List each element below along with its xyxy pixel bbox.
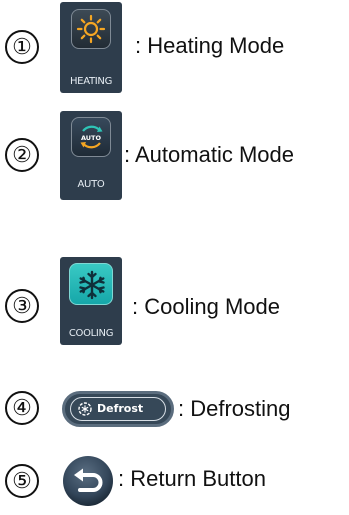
sun-icon <box>71 9 111 49</box>
item-number: ② <box>5 138 39 172</box>
cooling-mode-button[interactable]: COOLING <box>60 257 122 345</box>
auto-mode-button[interactable]: AUTO AUTO <box>60 111 122 200</box>
auto-mode-description: : Automatic Mode <box>124 142 294 167</box>
defrost-icon <box>78 402 92 416</box>
defrost-button[interactable]: Defrost <box>62 391 174 427</box>
return-arrow-icon <box>63 456 113 506</box>
cooling-mode-description: : Cooling Mode <box>132 294 280 319</box>
defrost-button-text: Defrost <box>97 402 144 415</box>
auto-caption: AUTO <box>77 179 105 190</box>
heating-mode-description: : Heating Mode <box>135 33 285 58</box>
item-number: ① <box>5 30 39 64</box>
item-number: ④ <box>5 391 39 425</box>
cooling-caption: COOLING <box>68 328 114 339</box>
auto-badge: AUTO <box>81 134 102 142</box>
snowflake-icon <box>69 263 113 305</box>
item-number: ③ <box>5 289 39 323</box>
return-button[interactable] <box>60 453 116 509</box>
heating-caption: HEATING <box>69 76 113 87</box>
return-description: : Return Button <box>118 466 266 491</box>
heating-mode-button[interactable]: HEATING <box>60 2 122 93</box>
defrost-description: : Defrosting <box>178 396 291 421</box>
defrost-label: Defrost <box>70 397 166 421</box>
item-number: ⑤ <box>5 464 39 498</box>
auto-cycle-icon: AUTO <box>71 117 111 157</box>
